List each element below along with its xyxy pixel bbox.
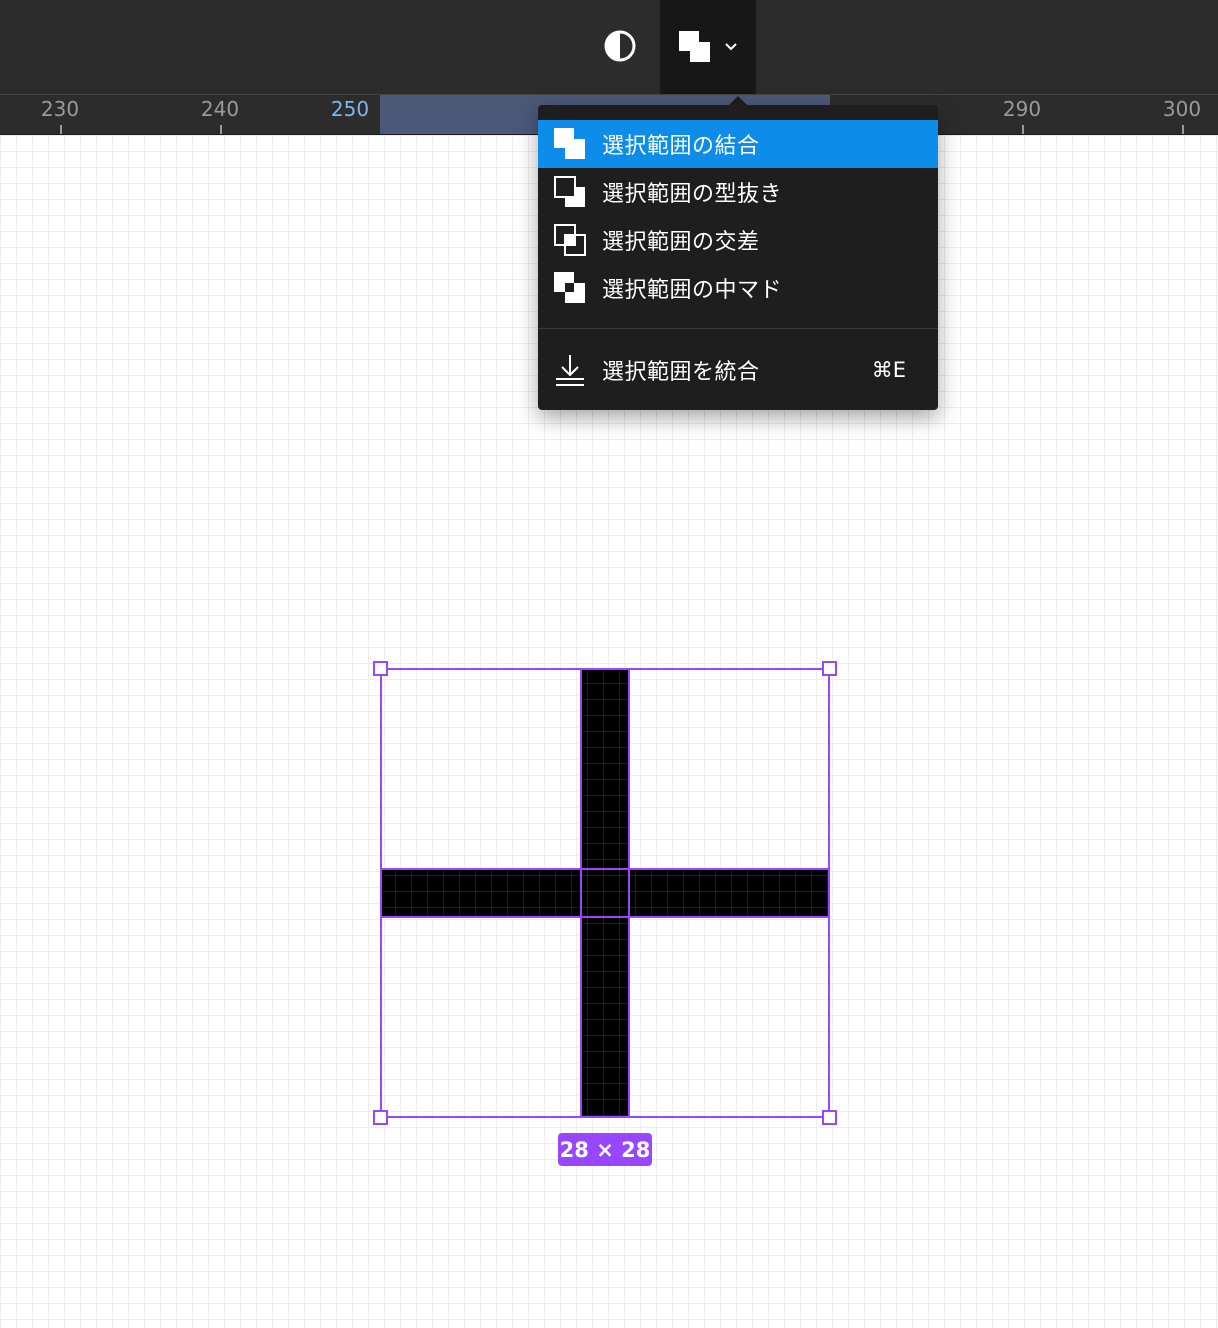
- ruler-tick: [220, 125, 222, 134]
- resize-handle-top-right[interactable]: [822, 661, 837, 676]
- horizontal-bar: [380, 869, 830, 917]
- intersect-icon: [554, 224, 586, 256]
- menu-item-flatten[interactable]: 選択範囲を統合 ⌘E: [538, 346, 938, 394]
- menu-divider: [538, 328, 938, 329]
- ruler-label-selection-start: 250: [330, 97, 370, 121]
- menu-item-label: 選択範囲の結合: [602, 134, 760, 159]
- menu-item-exclude[interactable]: 選択範囲の中マド: [538, 264, 938, 312]
- menu-item-label: 選択範囲を統合: [602, 360, 760, 385]
- ruler-tick: [1022, 125, 1024, 134]
- resize-handle-bottom-right[interactable]: [822, 1110, 837, 1125]
- subtract-icon: [554, 176, 585, 207]
- menu-item-label: 選択範囲の交差: [602, 230, 760, 255]
- ruler-label: 230: [40, 97, 80, 121]
- boolean-operations-button[interactable]: [660, 0, 756, 94]
- menu-pointer: [729, 96, 747, 105]
- exclude-icon: [554, 272, 585, 303]
- menu-item-label: 選択範囲の中マド: [602, 278, 783, 303]
- size-badge: 28 × 28: [558, 1133, 652, 1166]
- ruler-label: 300: [1162, 97, 1202, 121]
- toolbar: [0, 0, 1218, 94]
- menu-item-subtract[interactable]: 選択範囲の型抜き: [538, 168, 938, 216]
- menu-item-union[interactable]: 選択範囲の結合: [538, 120, 938, 168]
- ruler-tick: [1182, 125, 1184, 134]
- flatten-icon: [556, 355, 584, 386]
- menu-item-shortcut: ⌘E: [871, 358, 906, 382]
- selected-shape[interactable]: [380, 668, 830, 1118]
- union-icon: [679, 31, 710, 62]
- half-circle-icon: [604, 30, 636, 62]
- menu-item-intersect[interactable]: 選択範囲の交差: [538, 216, 938, 264]
- chevron-down-icon: [725, 43, 737, 51]
- contrast-button[interactable]: [596, 22, 644, 70]
- ruler-label: 290: [1002, 97, 1042, 121]
- ruler-tick: [60, 125, 62, 134]
- ruler-label: 240: [200, 97, 240, 121]
- union-icon: [554, 128, 585, 159]
- resize-handle-bottom-left[interactable]: [373, 1110, 388, 1125]
- menu-item-label: 選択範囲の型抜き: [602, 182, 783, 207]
- boolean-menu: 選択範囲の結合 選択範囲の型抜き 選択範囲の交差 選択範囲の中マド 選択範囲を統…: [538, 105, 938, 410]
- resize-handle-top-left[interactable]: [373, 661, 388, 676]
